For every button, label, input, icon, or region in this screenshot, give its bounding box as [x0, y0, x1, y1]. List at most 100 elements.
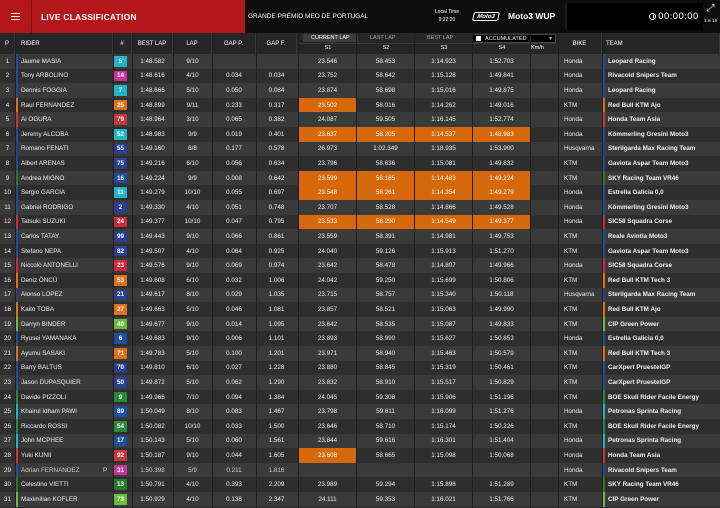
sector-2-cell: 58.205	[357, 127, 414, 142]
rider-name: Deniz ÖNCÜ	[21, 276, 58, 284]
sector-3-cell: 1:14.549	[415, 214, 472, 230]
gap-first-cell: 0.861	[268, 232, 285, 240]
sector-4-cell: 1:48.983	[473, 127, 530, 142]
position-cell: 12	[3, 218, 11, 226]
tab-best-lap[interactable]: BEST LAP	[419, 34, 469, 42]
table-row[interactable]: 6 Jeremy ALCOBA 1:48.983 9/9 0.019 0.401 52 23.…	[0, 127, 720, 142]
sector-1-cell: 23.646	[317, 422, 338, 430]
accumulated-checkbox[interactable]	[476, 36, 481, 41]
event-name: GRANDE PRÉMIO MEO DE PORTUGAL	[248, 13, 369, 20]
expand-icon[interactable]: ⤢	[704, 2, 717, 15]
sector-2-cell: 58.535	[375, 320, 396, 328]
col-num[interactable]: #	[113, 33, 132, 54]
rider-number-badge: 31	[114, 464, 127, 476]
table-row[interactable]: 31 Maximilian KOFLER 1:50.929 4/10 0.138 2.34…	[0, 492, 720, 507]
app-version: 1.8.16	[703, 19, 719, 24]
lap-cell: 10/10	[184, 422, 201, 430]
sector-3-cell: 1:15.081	[431, 159, 456, 167]
sector-2-cell: 58.910	[375, 378, 396, 386]
table-row[interactable]: 8 Albert ARENAS 1:49.216 6/10 0.056 0.634 75 23…	[0, 156, 720, 171]
best-lap-cell: 1:49.872	[140, 378, 165, 386]
sector-2-cell: 58.528	[375, 203, 396, 211]
gap-prev-cell: 0.083	[226, 408, 242, 416]
sector-2-cell: 58.391	[375, 232, 396, 240]
gap-first-cell: 0.697	[268, 189, 285, 197]
table-row[interactable]: 22 Barry BALTUS 1:49.810 6/10 0.027 1.228 70 23…	[0, 360, 720, 376]
table-row[interactable]: 25 Khairul Idham PAWI 1:50.049 8/10 0.083 1.4…	[0, 404, 720, 419]
lap-cell: 9/10	[186, 451, 199, 459]
rider-name: Jaume MASIA	[21, 57, 62, 65]
table-row[interactable]: 14 Stefano NEPA 1:49.507 4/10 0.064 0.925 82 24…	[0, 243, 720, 259]
table-row[interactable]: 3 Dennis FOGGIA 1:48.666 5/10 0.050 0.084 7 23.…	[0, 83, 720, 98]
bike-cell: KTM	[564, 101, 578, 109]
rider-number-badge: 92	[114, 450, 127, 461]
table-row[interactable]: 1 Jaume MASIA 1:48.582 9/10 5 23.546 58.453 1:1…	[0, 54, 720, 69]
table-row[interactable]: 29 Adrian FERNANDEZ 1:50.398 5/9 0.211 1.816 P…	[0, 462, 720, 478]
bike-cell: KTM	[564, 393, 578, 401]
table-row[interactable]: 10 Sergio GARCIA 1:49.279 10/10 0.055 0.697 11…	[0, 185, 720, 200]
rider-number-badge: 53	[114, 275, 127, 286]
position-cell: 6	[5, 130, 10, 138]
sector-1-cell: 23.893	[317, 335, 338, 343]
sector-3-cell: 1:15.098	[431, 451, 456, 459]
sector-1-cell: 23.989	[317, 481, 338, 489]
col-rider[interactable]: RIDER	[17, 33, 113, 54]
col-best-lap[interactable]: BEST LAP	[132, 33, 173, 54]
lap-cell: 8/10	[186, 291, 199, 299]
table-row[interactable]: 17 Alonso LOPEZ 1:49.617 8/10 0.029 1.035 21 23…	[0, 287, 720, 303]
lap-cell: 8/10	[186, 408, 199, 416]
sector-4-cell: 1:51.289	[489, 481, 514, 489]
col-gap-p[interactable]: GAP P.	[212, 33, 256, 54]
col-team[interactable]: TEAM	[602, 33, 720, 54]
table-row[interactable]: 30 Celestino VIETTI 1:50.791 4/10 0.393 2.209…	[0, 477, 720, 492]
table-row[interactable]: 27 John MCPHEE 1:50.143 5/10 0.060 1.561 17 23.…	[0, 433, 720, 449]
table-row[interactable]: 21 Ayumu SASAKI 1:49.783 5/10 0.100 1.201 71 23…	[0, 346, 720, 361]
rider-number-badge: 17	[114, 435, 127, 447]
table-row[interactable]: 28 Yuki KUNII 1:50.187 9/10 0.044 1.605 92 23.6…	[0, 448, 720, 463]
table-row[interactable]: 13 Carlos TATAY 1:49.443 9/10 0.066 0.861 99 23…	[0, 229, 720, 244]
table-row[interactable]: 23 Jason DUPASQUIER 1:49.872 5/10 0.062 1.290…	[0, 375, 720, 390]
rider-name: Alonso LOPEZ	[21, 291, 63, 299]
table-row[interactable]: 19 Darryn BINDER 1:49.677 9/10 0.014 1.095 40 2…	[0, 316, 720, 332]
col-lap[interactable]: LAP	[173, 33, 212, 54]
table-row[interactable]: 12 Tatsuki SUZUKI 1:49.377 10/10 0.047 0.795 2…	[0, 214, 720, 230]
table-row[interactable]: 18 Kaito TOBA 1:49.663 5/10 0.046 1.081 27 23.8…	[0, 302, 720, 317]
col-pos[interactable]: P	[0, 33, 15, 54]
table-row[interactable]: 11 Gabriel RODRIGO 1:49.330 4/10 0.051 0.748 2…	[0, 200, 720, 215]
table-row[interactable]: 26 Riccardo ROSSI 1:50.082 10/10 0.033 1.500 5…	[0, 419, 720, 434]
menu-button[interactable]	[0, 0, 32, 33]
sector-3-cell: 1:15.627	[431, 335, 456, 343]
col-bike[interactable]: BIKE	[558, 33, 602, 54]
rider-name: Ai OGURA	[21, 116, 52, 124]
position-cell: 9	[5, 174, 10, 182]
column-divider	[602, 33, 603, 508]
accumulated-select[interactable]: ACCUMULATED ▾	[472, 34, 556, 43]
table-row[interactable]: 15 Niccolò ANTONELLI 1:49.576 9/10 0.069 0.97…	[0, 258, 720, 273]
table-row[interactable]: 24 Davide PIZZOLI 1:49.966 7/10 0.094 1.384 9 2…	[0, 389, 720, 405]
sector-1-cell: 23.533	[299, 214, 356, 230]
sector-4-cell: 1:49.833	[489, 320, 514, 328]
table-row[interactable]: 7 Romano FENATI 1:49.160 6/8 0.177 0.578 55 26.…	[0, 141, 720, 157]
sector-3-cell: 1:14.537	[415, 127, 472, 142]
table-row[interactable]: 16 Deniz ÖNCÜ 1:49.608 6/10 0.032 1.006 53 24.0…	[0, 273, 720, 288]
position-cell: 23	[3, 378, 11, 386]
sector-2-cell: 59.505	[375, 116, 396, 124]
col-gap-f[interactable]: GAP F.	[256, 33, 297, 54]
best-lap-cell: 1:49.216	[140, 159, 165, 167]
gap-first-cell: 1.816	[268, 466, 285, 474]
table-row[interactable]: 2 Tony ARBOLINO 1:48.616 4/10 0.034 0.034 14 23…	[0, 68, 720, 84]
team-cell: SKY Racing Team VR46	[608, 481, 679, 489]
tab-last-lap[interactable]: LAST LAP	[362, 34, 417, 42]
sector-3-cell: 1:16.301	[431, 437, 456, 445]
lap-cell: 5/10	[186, 305, 199, 313]
bike-cell: Honda	[564, 203, 583, 211]
rider-number-badge: 24	[114, 216, 127, 228]
table-row[interactable]: 9 Andrea MIGNO 1:49.224 9/9 0.008 0.642 16 23.5…	[0, 170, 720, 186]
table-row[interactable]: 4 Raul FERNANDEZ 1:48.899 9/11 0.233 0.317 25 2…	[0, 97, 720, 113]
tab-current-lap[interactable]: CURRENT LAP	[303, 34, 358, 42]
table-row[interactable]: 20 Ryusei YAMANAKA 1:49.683 9/10 0.006 1.101 6…	[0, 331, 720, 346]
gap-first-cell: 0.401	[268, 130, 285, 138]
rider-number-badge: 71	[114, 348, 127, 359]
gap-first-cell: 1.035	[268, 291, 285, 299]
table-row[interactable]: 5 Ai OGURA 1:48.964 3/10 0.065 0.382 79 24.087 5…	[0, 112, 720, 127]
